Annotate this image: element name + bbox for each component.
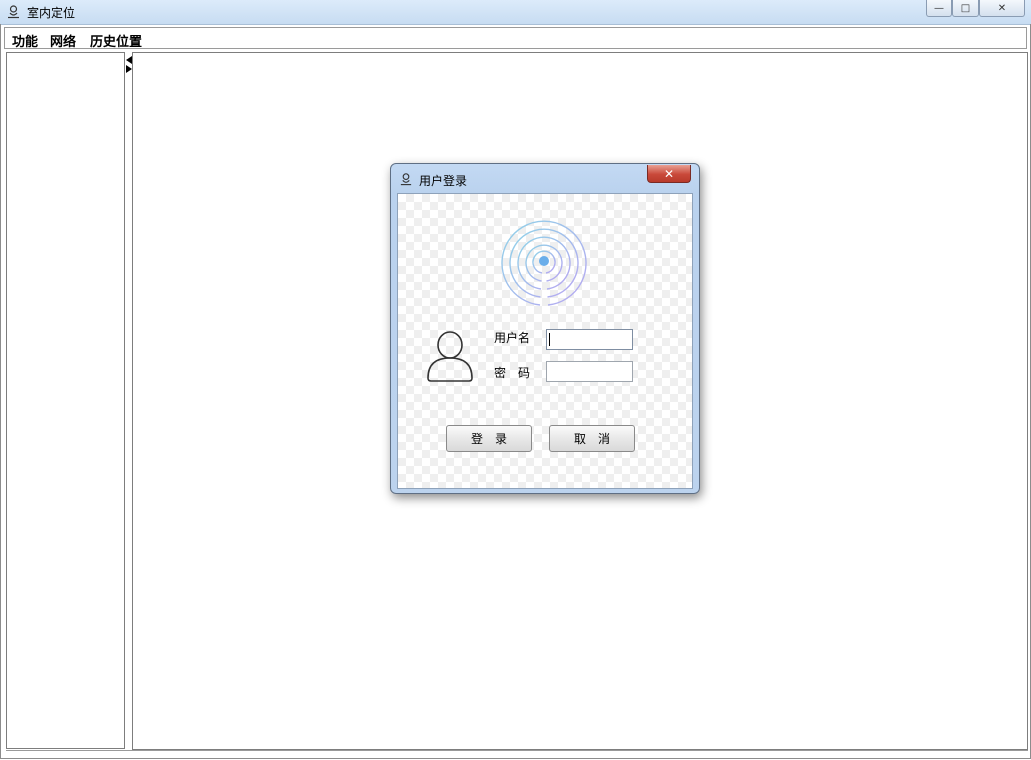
- wireless-signal-icon: [501, 220, 587, 306]
- maximize-button[interactable]: □: [952, 0, 979, 17]
- close-icon: ✕: [663, 166, 675, 181]
- menu-item-function[interactable]: 功能: [12, 31, 38, 50]
- cancel-button[interactable]: 取 消: [549, 425, 635, 452]
- location-user-icon: [8, 5, 19, 19]
- menu-item-network[interactable]: 网络: [50, 31, 76, 50]
- menu-item-history-location[interactable]: 历史位置: [90, 31, 142, 50]
- bottom-divider: [6, 750, 1028, 751]
- location-user-icon: [400, 173, 412, 186]
- close-icon: ✕: [997, 2, 1007, 14]
- login-button[interactable]: 登 录: [446, 425, 532, 452]
- dialog-close-button[interactable]: ✕: [647, 165, 691, 183]
- password-label: 密 码: [494, 366, 531, 380]
- left-panel: [6, 52, 125, 749]
- window-title: 室内定位: [27, 6, 76, 20]
- username-input[interactable]: [546, 329, 633, 350]
- user-avatar-icon: [427, 331, 473, 382]
- text-caret: [549, 333, 550, 346]
- split-pane-divider[interactable]: [125, 52, 132, 749]
- minimize-button[interactable]: —: [926, 0, 952, 17]
- menubar: 功能 网络 历史位置: [4, 27, 1027, 50]
- window-titlebar[interactable]: 室内定位 — □ ✕: [0, 0, 1031, 25]
- minimize-icon: —: [934, 2, 944, 14]
- password-input[interactable]: [546, 361, 633, 382]
- dialog-content: 用户名 密 码 登 录 取 消: [397, 193, 693, 489]
- window-close-button[interactable]: ✕: [979, 0, 1025, 17]
- login-dialog: 用户登录 ✕ 用户名 密 码 登 录 取 消: [390, 163, 700, 494]
- username-label: 用户名: [494, 331, 531, 345]
- dialog-title: 用户登录: [419, 174, 468, 188]
- maximize-icon: □: [960, 2, 971, 14]
